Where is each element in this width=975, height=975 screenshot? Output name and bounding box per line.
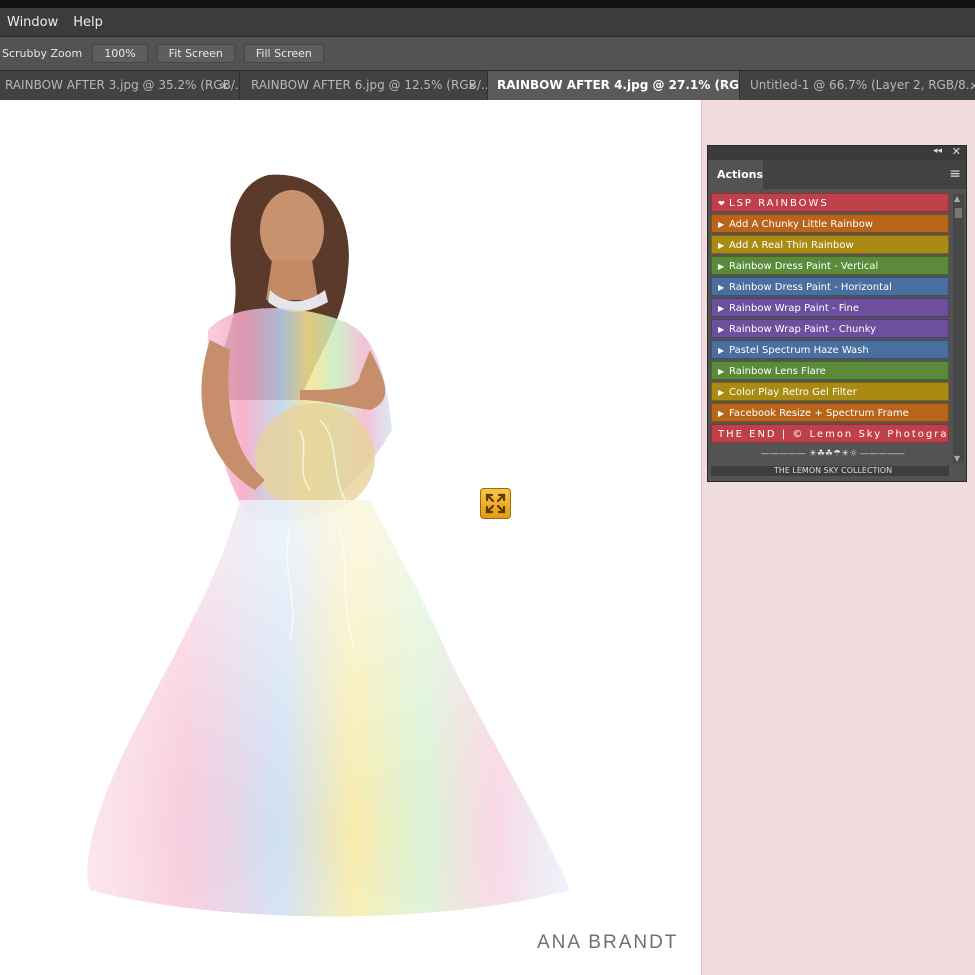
action-label: Rainbow Lens Flare bbox=[729, 366, 826, 377]
play-triangle-icon[interactable]: ▶ bbox=[718, 404, 729, 421]
actions-list: ❤ LSP RAINBOWS ▶ Add A Chunky Little Rainbo… bbox=[711, 193, 949, 478]
tab-actions[interactable]: Actions bbox=[708, 160, 763, 189]
action-label: Facebook Resize + Spectrum Frame bbox=[729, 408, 909, 419]
action-label: Color Play Retro Gel Filter bbox=[729, 387, 857, 398]
tab-label: RAINBOW AFTER 6.jpg @ 12.5% (RGB/... bbox=[251, 78, 488, 92]
tab-close-icon[interactable]: × bbox=[970, 71, 975, 100]
play-triangle-icon[interactable]: ▶ bbox=[718, 362, 729, 379]
window-top-strip bbox=[0, 0, 975, 8]
action-row[interactable]: ▶ Color Play Retro Gel Filter bbox=[711, 382, 949, 401]
document-canvas[interactable]: ANA BRANDT bbox=[0, 100, 702, 975]
menu-help[interactable]: Help bbox=[66, 15, 111, 30]
play-triangle-icon[interactable]: ▶ bbox=[718, 383, 729, 400]
play-triangle-icon[interactable]: ▶ bbox=[718, 236, 729, 253]
action-label: LSP RAINBOWS bbox=[729, 198, 829, 209]
maternity-photo bbox=[87, 174, 571, 917]
play-triangle-icon[interactable]: ▶ bbox=[718, 341, 729, 358]
action-label: Add A Real Thin Rainbow bbox=[729, 240, 854, 251]
action-row[interactable]: ▶ Facebook Resize + Spectrum Frame bbox=[711, 403, 949, 422]
scroll-thumb[interactable] bbox=[955, 208, 962, 218]
action-label: Rainbow Dress Paint - Vertical bbox=[729, 261, 879, 272]
panel-title-strip: ◂◂ ✕ bbox=[708, 145, 966, 160]
photographer-watermark: ANA BRANDT bbox=[537, 932, 679, 953]
action-row[interactable]: ▶ Rainbow Dress Paint - Horizontal bbox=[711, 277, 949, 296]
panel-scrollbar[interactable]: ▲ ▼ bbox=[953, 194, 964, 463]
action-label: THE END | © Lemon Sky Photography ... bbox=[718, 429, 949, 440]
action-footer-row[interactable]: THE LEMON SKY COLLECTION bbox=[711, 466, 949, 476]
action-row[interactable]: ▶ Add A Real Thin Rainbow bbox=[711, 235, 949, 254]
tab-untitled-1[interactable]: Untitled-1 @ 66.7% (Layer 2, RGB/8... × bbox=[740, 71, 975, 100]
menu-bar: Window Help bbox=[0, 8, 975, 37]
scroll-down-icon[interactable]: ▼ bbox=[954, 454, 960, 463]
tab-label: RAINBOW AFTER 3.jpg @ 35.2% (RGB/... bbox=[5, 78, 240, 92]
actions-panel: ◂◂ ✕ Actions ≡ ❤ LSP RAINBOWS ▶ Add A Chunk… bbox=[707, 145, 967, 482]
play-triangle-icon[interactable]: ▶ bbox=[718, 278, 729, 295]
document-tab-bar: RAINBOW AFTER 3.jpg @ 35.2% (RGB/... × R… bbox=[0, 71, 975, 100]
action-label: Rainbow Dress Paint - Horizontal bbox=[729, 282, 892, 293]
tab-rainbow-after-3[interactable]: RAINBOW AFTER 3.jpg @ 35.2% (RGB/... × bbox=[0, 71, 240, 100]
tab-close-icon[interactable]: × bbox=[468, 71, 477, 100]
action-row[interactable]: THE END | © Lemon Sky Photography ... bbox=[711, 424, 949, 443]
action-row[interactable]: ❤ LSP RAINBOWS bbox=[711, 193, 949, 212]
action-label: Add A Chunky Little Rainbow bbox=[729, 219, 874, 230]
action-row[interactable]: ▶ Rainbow Wrap Paint - Chunky bbox=[711, 319, 949, 338]
menu-window[interactable]: Window bbox=[0, 15, 66, 30]
scroll-up-icon[interactable]: ▲ bbox=[954, 194, 960, 203]
tab-rainbow-after-4[interactable]: RAINBOW AFTER 4.jpg @ 27.1% (RGB/8*) × bbox=[488, 71, 740, 100]
options-bar: Scrubby Zoom 100% Fit Screen Fill Screen bbox=[0, 37, 975, 71]
action-row[interactable]: ▶ Rainbow Wrap Paint - Fine bbox=[711, 298, 949, 317]
tab-rainbow-after-6[interactable]: RAINBOW AFTER 6.jpg @ 12.5% (RGB/... × bbox=[240, 71, 488, 100]
action-label: Rainbow Wrap Paint - Chunky bbox=[729, 324, 877, 335]
fit-screen-button[interactable]: Fit Screen bbox=[156, 44, 235, 63]
panel-menu-icon[interactable]: ≡ bbox=[949, 166, 961, 182]
collapse-panel-icon[interactable]: ◂◂ bbox=[933, 146, 942, 156]
play-triangle-icon[interactable]: ▶ bbox=[718, 299, 729, 316]
fill-screen-button[interactable]: Fill Screen bbox=[243, 44, 324, 63]
action-separator: ————— ☀☘☘☂☀☼ ————— bbox=[711, 445, 949, 464]
tab-label: RAINBOW AFTER 4.jpg @ 27.1% (RGB/8*) bbox=[497, 78, 740, 92]
action-row[interactable]: ▶ Rainbow Dress Paint - Vertical bbox=[711, 256, 949, 275]
close-panel-icon[interactable]: ✕ bbox=[952, 145, 961, 158]
tab-label: Untitled-1 @ 66.7% (Layer 2, RGB/8... bbox=[750, 78, 975, 92]
play-triangle-icon[interactable]: ▶ bbox=[718, 215, 729, 232]
play-triangle-icon[interactable]: ▶ bbox=[718, 320, 729, 337]
zoom-100-button[interactable]: 100% bbox=[92, 44, 148, 63]
tab-close-icon[interactable]: × bbox=[720, 71, 729, 100]
play-triangle-icon[interactable]: ▶ bbox=[718, 257, 729, 274]
panel-header: Actions ≡ bbox=[708, 160, 966, 189]
action-row[interactable]: ▶ Rainbow Lens Flare bbox=[711, 361, 949, 380]
action-row[interactable]: ▶ Add A Chunky Little Rainbow bbox=[711, 214, 949, 233]
scrubby-zoom-label[interactable]: Scrubby Zoom bbox=[2, 47, 82, 60]
action-label: Pastel Spectrum Haze Wash bbox=[729, 345, 869, 356]
action-row[interactable]: ▶ Pastel Spectrum Haze Wash bbox=[711, 340, 949, 359]
fullscreen-expand-icon[interactable] bbox=[480, 488, 511, 519]
heart-icon[interactable]: ❤ bbox=[718, 194, 729, 211]
action-label: Rainbow Wrap Paint - Fine bbox=[729, 303, 860, 314]
tab-close-icon[interactable]: × bbox=[220, 71, 229, 100]
